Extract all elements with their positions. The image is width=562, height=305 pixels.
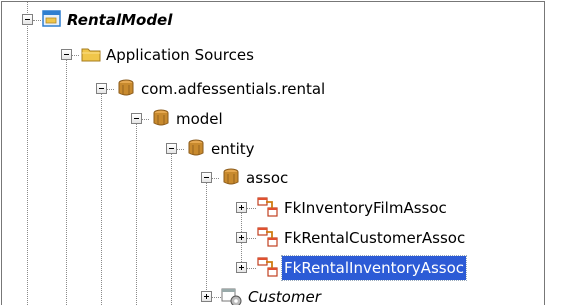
tree-node-association[interactable]: FkRentalCustomerAssoc <box>282 226 467 250</box>
expand-customer-toggle[interactable] <box>201 291 212 302</box>
tree-node-customer[interactable]: Customer <box>246 285 323 305</box>
tree-node-package[interactable]: com.adfessentials.rental <box>139 77 327 101</box>
tree-branch-line <box>71 55 79 56</box>
package-icon <box>118 79 134 96</box>
tree-guide-line <box>206 178 207 298</box>
collapse-entity-toggle[interactable] <box>166 143 177 154</box>
package-icon <box>153 109 169 126</box>
project-icon <box>42 10 61 27</box>
tree-guide-line <box>136 118 137 305</box>
tree-branch-line <box>33 20 41 21</box>
tree-node-association-selected[interactable]: FkRentalInventoryAssoc <box>281 255 467 281</box>
tree-branch-line <box>211 178 219 179</box>
association-icon <box>257 257 278 277</box>
association-icon <box>257 197 278 217</box>
package-icon <box>188 139 204 156</box>
tree-node-entity[interactable]: entity <box>209 137 257 161</box>
association-icon <box>257 227 278 247</box>
collapse-model-toggle[interactable] <box>131 113 142 124</box>
tree-branch-line <box>211 297 221 298</box>
tree-node-model[interactable]: model <box>174 107 225 131</box>
collapse-application-sources-toggle[interactable] <box>61 49 72 60</box>
expand-fkrentalcustomerassoc-toggle[interactable] <box>236 232 247 243</box>
tree-node-assoc[interactable]: assoc <box>244 166 290 190</box>
collapse-assoc-toggle[interactable] <box>201 172 212 183</box>
tree-guide-line <box>66 52 67 305</box>
tree-branch-line <box>106 89 114 90</box>
tree-branch-line <box>246 268 256 269</box>
tree-branch-line <box>246 238 256 239</box>
tree-guide-line <box>101 88 102 305</box>
tree-node-application-sources[interactable]: Application Sources <box>104 43 256 67</box>
project-navigator-tree: RentalModel Application Sources com.adfe… <box>1 1 545 305</box>
tree-branch-line <box>246 208 256 209</box>
entity-gear-icon <box>221 288 242 305</box>
expand-fkinventoryfilmassoc-toggle[interactable] <box>236 202 247 213</box>
package-icon <box>223 168 239 185</box>
expand-fkrentalinventoryassoc-toggle[interactable] <box>236 262 247 273</box>
tree-node-rentalmodel[interactable]: RentalModel <box>65 8 174 32</box>
tree-branch-line <box>176 149 184 150</box>
tree-guide-line <box>27 2 28 305</box>
tree-branch-line <box>141 119 149 120</box>
folder-icon <box>81 48 101 62</box>
collapse-rentalmodel-toggle[interactable] <box>22 14 33 25</box>
tree-node-association[interactable]: FkInventoryFilmAssoc <box>282 196 449 220</box>
tree-guide-line <box>171 147 172 305</box>
collapse-package-toggle[interactable] <box>96 83 107 94</box>
